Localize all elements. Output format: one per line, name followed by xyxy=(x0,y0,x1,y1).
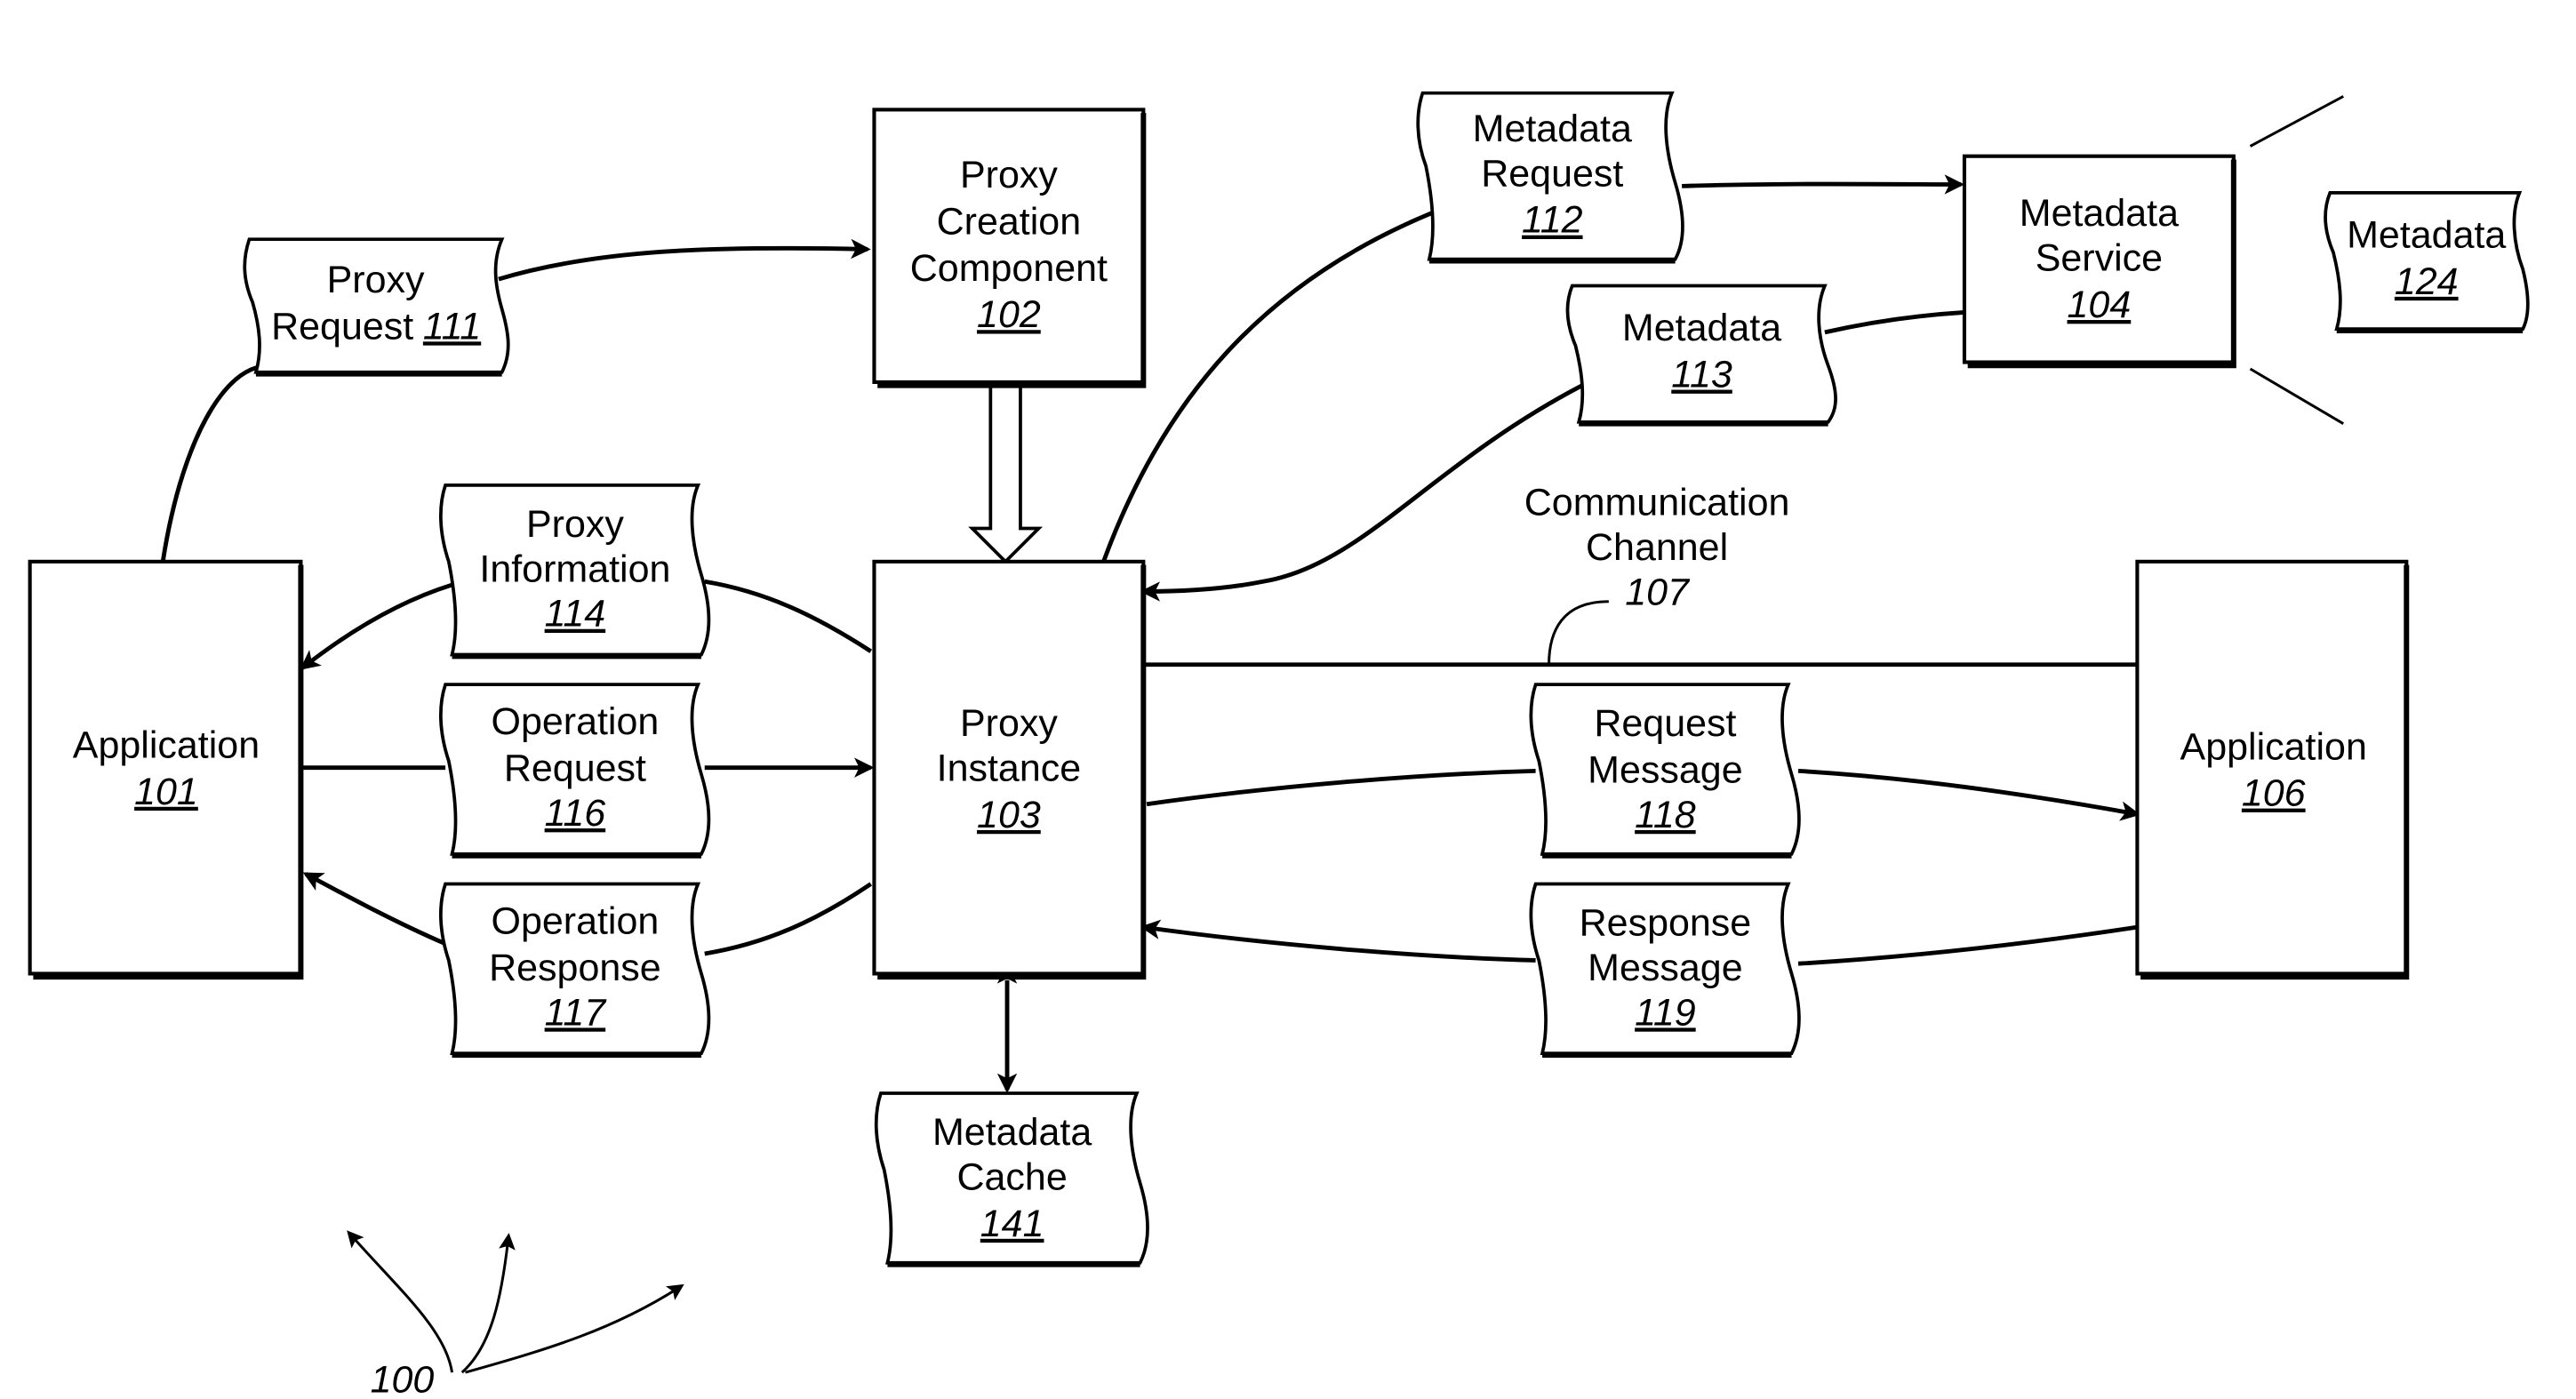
arrow-operation-response-to-app101 xyxy=(302,872,447,947)
proxy-request-ref: 111 xyxy=(423,305,481,348)
document-proxy-request-111[interactable]: Proxy Request 111 xyxy=(243,237,510,377)
metadata-request-label-1: Metadata xyxy=(1473,108,1632,150)
figure-ref-arrow-2 xyxy=(460,1233,516,1374)
operation-request-ref: 116 xyxy=(545,792,606,835)
document-metadata-request-112[interactable]: Metadata Request 112 xyxy=(1416,91,1684,264)
connector-service-metadata113 xyxy=(1824,310,1965,335)
metadata-request-ref: 112 xyxy=(1522,199,1583,242)
metadata-124-ref: 124 xyxy=(2395,260,2459,303)
metadata-service-ref: 104 xyxy=(2068,284,2132,326)
channel-label-1: Communication xyxy=(1524,482,1790,524)
proxy-information-label-1: Proxy xyxy=(526,503,624,546)
document-metadata-cache-141[interactable]: Metadata Cache 141 xyxy=(874,1091,1149,1267)
system-diagram: Application 101 Proxy Creation Component… xyxy=(28,91,2530,1399)
application-106-ref: 106 xyxy=(2242,772,2306,815)
response-message-ref: 119 xyxy=(1635,991,1696,1034)
channel-ref: 107 xyxy=(1625,571,1691,613)
request-message-label-1: Request xyxy=(1594,702,1736,745)
connector-instance-operation-response xyxy=(704,882,873,956)
arrow-request-message-to-app106 xyxy=(1797,768,2141,821)
operation-response-label-1: Operation xyxy=(492,900,660,943)
metadata-113-label: Metadata xyxy=(1622,307,1781,349)
proxy-information-label-2: Information xyxy=(479,548,670,590)
document-response-message-119[interactable]: Response Message 119 xyxy=(1529,882,1801,1059)
channel-leader-line xyxy=(1548,600,1609,665)
metadata-cache-label-1: Metadata xyxy=(932,1111,1092,1154)
figure-number-label: 100 xyxy=(371,1359,435,1399)
connector-app101-proxy-request xyxy=(160,364,284,563)
application-101-label: Application xyxy=(73,723,260,766)
proxy-request-label-2: Request xyxy=(271,305,413,348)
proxy-instance-label-1: Proxy xyxy=(960,702,1058,745)
metadata-cache-ref: 141 xyxy=(980,1203,1044,1245)
metadata-124-label: Metadata xyxy=(2347,214,2506,257)
document-proxy-information-114[interactable]: Proxy Information 114 xyxy=(439,483,711,660)
request-message-ref: 118 xyxy=(1635,794,1696,836)
metadata-cache-label-2: Cache xyxy=(956,1155,1067,1198)
connector-instance-metadata-request xyxy=(1101,211,1434,563)
response-message-label-1: Response xyxy=(1580,901,1752,944)
proxy-information-ref: 114 xyxy=(545,593,606,636)
request-message-label-2: Message xyxy=(1588,748,1742,791)
application-106-label: Application xyxy=(2180,725,2367,768)
proxy-creation-label-3: Component xyxy=(910,247,1108,290)
application-101-ref: 101 xyxy=(134,771,198,813)
arrow-metadata-request-to-service xyxy=(1682,174,1964,195)
proxy-creation-ref: 102 xyxy=(977,293,1041,336)
connector-instance-proxy-info xyxy=(704,579,873,653)
metadata-request-label-2: Request xyxy=(1481,152,1623,195)
hollow-arrow-creation-to-instance xyxy=(968,383,1044,564)
response-message-label-2: Message xyxy=(1588,947,1742,989)
document-operation-response-117[interactable]: Operation Response 117 xyxy=(439,882,711,1059)
arrow-proxy-info-to-app101 xyxy=(300,582,453,670)
connector-instance-request-message xyxy=(1146,768,1536,807)
document-operation-request-116[interactable]: Operation Request 116 xyxy=(439,683,711,859)
operation-request-label-2: Request xyxy=(504,747,646,790)
component-metadata-service-104[interactable]: Metadata Service 104 xyxy=(1962,154,2236,369)
component-application-106[interactable]: Application 106 xyxy=(2135,559,2410,980)
proxy-request-label-1: Proxy xyxy=(327,259,425,301)
expansion-line-top xyxy=(2249,95,2344,148)
arrow-response-message-to-instance xyxy=(1140,919,1536,963)
document-metadata-124[interactable]: Metadata 124 xyxy=(2324,190,2530,333)
figure-ref-arrow-1 xyxy=(347,1230,454,1373)
proxy-creation-label-1: Proxy xyxy=(960,154,1058,196)
operation-response-ref: 117 xyxy=(545,991,608,1034)
arrow-proxy-request-to-creation xyxy=(498,238,871,282)
operation-request-label-1: Operation xyxy=(492,700,660,743)
component-application-101[interactable]: Application 101 xyxy=(28,559,304,980)
component-proxy-creation-102[interactable]: Proxy Creation Component 102 xyxy=(872,108,1147,388)
connector-app106-response-message xyxy=(1797,924,2138,966)
document-request-message-118[interactable]: Request Message 118 xyxy=(1529,683,1801,859)
arrow-metadata113-to-instance xyxy=(1140,383,1584,602)
proxy-instance-ref: 103 xyxy=(977,794,1041,836)
operation-response-label-2: Response xyxy=(489,947,661,989)
proxy-instance-label-2: Instance xyxy=(937,747,1082,790)
channel-label-2: Channel xyxy=(1586,526,1728,569)
expansion-line-bottom xyxy=(2249,367,2345,425)
component-proxy-instance-103[interactable]: Proxy Instance 103 xyxy=(872,559,1147,980)
metadata-113-ref: 113 xyxy=(1671,354,1732,396)
proxy-creation-label-2: Creation xyxy=(937,201,1081,244)
metadata-service-label-2: Service xyxy=(2036,237,2163,280)
metadata-service-label-1: Metadata xyxy=(2020,192,2179,235)
document-metadata-113[interactable]: Metadata 113 xyxy=(1565,284,1837,427)
communication-channel-label: Communication Channel 107 xyxy=(1524,482,1790,614)
